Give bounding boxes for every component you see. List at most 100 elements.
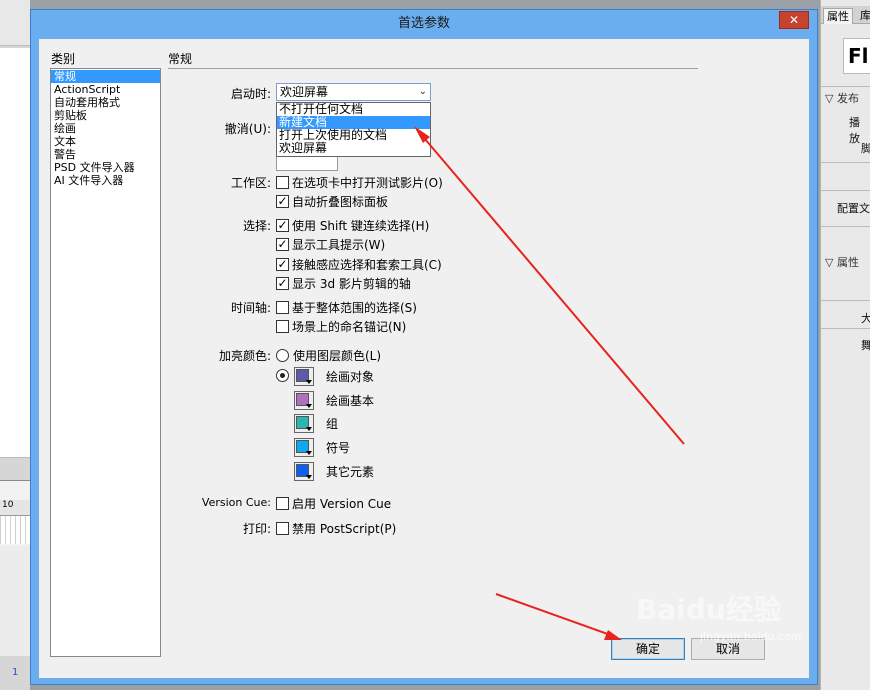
timeline-option-span-selection[interactable]: 基于整体范围的选择(S) [276, 299, 417, 315]
panel-divider [821, 190, 870, 191]
color-swatch-drawing-object[interactable] [294, 366, 314, 386]
publish-section[interactable]: ▽ 发布 [825, 90, 859, 106]
selection-option-shift[interactable]: ✓ 使用 Shift 键连续选择(H) [276, 217, 429, 233]
category-list[interactable]: 常规 ActionScript 自动套用格式 剪贴板 绘画 文本 警告 PSD … [50, 68, 161, 657]
radio-button-selected[interactable] [276, 368, 289, 382]
panel-tabs: 属性 库 [821, 6, 870, 24]
tab-library[interactable]: 库 [857, 8, 870, 24]
swatch-row-drawing-primitive: 绘画基本 [294, 390, 374, 410]
checkbox-box[interactable] [276, 175, 289, 189]
checkbox-label: 场景上的命名锚记(N) [292, 319, 407, 334]
color-swatch-symbol[interactable] [294, 437, 314, 457]
startup-dropdown[interactable]: 不打开任何文档 新建文档 打开上次使用的文档 欢迎屏幕 [276, 102, 431, 157]
category-item-ai-importer[interactable]: AI 文件导入器 [51, 174, 160, 187]
timeline-lower [0, 546, 30, 656]
checkbox-label: 启用 Version Cue [292, 496, 392, 511]
workspace-option-autocollapse[interactable]: ✓ 自动折叠图标面板 [276, 193, 388, 209]
stage-canvas[interactable] [0, 48, 30, 458]
tab-properties[interactable]: 属性 [823, 8, 853, 24]
swatch-row-drawing-object: 绘画对象 [294, 366, 374, 386]
radio-label: 使用图层颜色(L) [293, 348, 382, 363]
radio-button[interactable] [276, 348, 289, 362]
app-left-area: 10 1 [0, 0, 30, 690]
print-option-postscript[interactable]: 禁用 PostScript(P) [276, 520, 396, 536]
category-item-drawing[interactable]: 绘画 [51, 122, 160, 135]
property-size: 大 [861, 312, 870, 325]
workspace-label: 工作区: [230, 176, 271, 190]
checkbox-box-checked[interactable]: ✓ [276, 237, 289, 251]
swatch-dropdown-icon [306, 474, 312, 479]
panel-divider [821, 300, 870, 301]
print-label: 打印: [242, 522, 271, 536]
publish-section-label: 发布 [836, 92, 859, 105]
swatch-dropdown-icon [306, 403, 312, 408]
checkbox-box[interactable] [276, 319, 289, 333]
checkbox-label: 基于整体范围的选择(S) [292, 300, 417, 315]
color-swatch-group[interactable] [294, 413, 314, 433]
checkbox-label: 显示 3d 影片剪辑的轴 [292, 276, 411, 291]
checkbox-box-checked[interactable]: ✓ [276, 194, 289, 208]
category-item-autoformat[interactable]: 自动套用格式 [51, 96, 160, 109]
highlight-option-layer-color[interactable]: 使用图层颜色(L) [276, 347, 381, 363]
ok-button[interactable]: 确定 [611, 638, 685, 660]
swatch-dropdown-icon [306, 450, 312, 455]
config-item[interactable]: 配置文 [837, 200, 870, 216]
swatch-dropdown-icon [306, 426, 312, 431]
startup-select[interactable]: 欢迎屏幕 ⌄ [276, 83, 431, 101]
checkbox-label: 在选项卡中打开测试影片(O) [292, 175, 443, 190]
baidu-watermark: Baidu经验 [636, 593, 782, 626]
category-item-warnings[interactable]: 警告 [51, 148, 160, 161]
selection-option-contact-sensitive[interactable]: ✓ 接触感应选择和套索工具(C) [276, 256, 442, 272]
selection-label: 选择: [242, 219, 271, 233]
category-item-general[interactable]: 常规 [51, 70, 160, 83]
startup-label: 启动时: [230, 87, 271, 101]
checkbox-label: 显示工具提示(W) [292, 237, 386, 252]
timeline-frames[interactable] [0, 516, 30, 544]
section-divider [168, 68, 698, 69]
category-item-psd-importer[interactable]: PSD 文件导入器 [51, 161, 160, 174]
swatch-row-other: 其它元素 [294, 461, 374, 481]
properties-section[interactable]: ▽ 属性 [825, 254, 859, 270]
property-stage: 舞 [861, 339, 870, 352]
category-item-actionscript[interactable]: ActionScript [51, 83, 160, 96]
checkbox-box[interactable] [276, 300, 289, 314]
close-button[interactable]: ✕ [779, 11, 809, 29]
swatch-row-group: 组 [294, 413, 338, 433]
workspace-option-test-movie-tabs[interactable]: 在选项卡中打开测试影片(O) [276, 174, 443, 190]
startup-selected-value: 欢迎屏幕 [280, 85, 329, 99]
properties-section-label: 属性 [836, 256, 859, 269]
frame-number: 1 [12, 667, 19, 678]
swatch-dropdown-icon [306, 379, 312, 384]
undo-levels-input[interactable] [276, 157, 338, 171]
category-item-text[interactable]: 文本 [51, 135, 160, 148]
chevron-down-icon: ⌄ [418, 86, 427, 97]
checkbox-box-checked[interactable]: ✓ [276, 257, 289, 271]
swatch-row-symbol: 符号 [294, 437, 350, 457]
selection-option-tooltips[interactable]: ✓ 显示工具提示(W) [276, 236, 385, 252]
version-cue-option[interactable]: 启用 Version Cue [276, 495, 391, 511]
swatch-label: 绘画基本 [326, 393, 375, 408]
checkbox-box[interactable] [276, 496, 289, 510]
color-swatch-drawing-primitive[interactable] [294, 390, 314, 410]
color-swatch-other[interactable] [294, 461, 314, 481]
timeline-ruler: 10 [0, 500, 30, 516]
timeline-label: 时间轴: [230, 301, 271, 315]
ruler-mark: 10 [2, 500, 14, 510]
swatch-label: 其它元素 [326, 464, 375, 479]
checkbox-box-checked[interactable]: ✓ [276, 276, 289, 290]
timeline-option-named-anchors[interactable]: 场景上的命名锚记(N) [276, 318, 406, 334]
dialog-titlebar[interactable]: 首选参数 ✕ [31, 10, 817, 38]
selection-option-3d-axis[interactable]: ✓ 显示 3d 影片剪辑的轴 [276, 275, 411, 291]
dialog-client: 类别 常规 ActionScript 自动套用格式 剪贴板 绘画 文本 警告 P… [39, 39, 809, 678]
checkbox-box[interactable] [276, 521, 289, 535]
baidu-watermark-url: jingyan.baidu.com [700, 630, 802, 643]
checkbox-label: 使用 Shift 键连续选择(H) [292, 218, 430, 233]
category-item-clipboard[interactable]: 剪贴板 [51, 109, 160, 122]
checkbox-box-checked[interactable]: ✓ [276, 218, 289, 232]
panel-divider [821, 328, 870, 329]
swatch-label: 符号 [326, 440, 351, 455]
publish-item-script: 脚 [861, 142, 870, 155]
startup-option-welcome[interactable]: 欢迎屏幕 [277, 142, 430, 155]
highlight-option-custom[interactable] [276, 367, 293, 383]
version-cue-label: Version Cue: [201, 496, 271, 509]
